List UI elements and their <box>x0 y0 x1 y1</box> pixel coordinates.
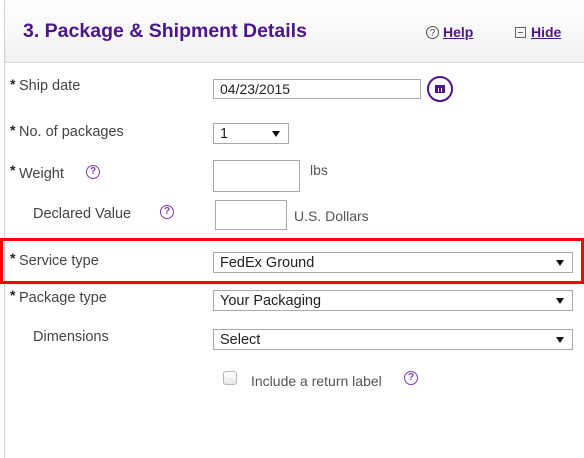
chevron-down-icon <box>556 298 564 304</box>
service-type-value: FedEx Ground <box>220 255 315 271</box>
dimensions-label: Dimensions <box>33 329 109 345</box>
package-type-select[interactable]: Your Packaging <box>213 290 573 311</box>
required-mark: * <box>10 162 16 178</box>
num-packages-select[interactable]: 1 <box>213 123 289 144</box>
required-mark: * <box>10 250 16 266</box>
collapse-icon[interactable] <box>515 27 526 38</box>
required-mark: * <box>10 76 16 92</box>
chevron-down-icon <box>556 337 564 343</box>
dimensions-value: Select <box>220 332 261 348</box>
hide-link[interactable]: Hide <box>531 24 561 40</box>
weight-help-icon[interactable]: ? <box>86 165 100 179</box>
num-packages-label: No. of packages <box>19 124 124 140</box>
required-mark: * <box>10 122 16 138</box>
return-label-help-icon[interactable]: ? <box>404 371 418 385</box>
package-type-label: Package type <box>19 290 107 306</box>
calendar-icon <box>435 85 445 93</box>
num-packages-value: 1 <box>220 126 229 142</box>
declared-value-input[interactable] <box>215 200 287 230</box>
weight-unit: lbs <box>310 162 328 178</box>
calendar-button[interactable] <box>427 76 453 102</box>
ship-date-input[interactable] <box>213 79 421 99</box>
return-label-checkbox[interactable] <box>223 371 237 385</box>
declared-value-unit: U.S. Dollars <box>294 208 369 224</box>
ship-date-label: Ship date <box>19 78 81 94</box>
section-title: 3. Package & Shipment Details <box>23 20 307 42</box>
weight-label: Weight <box>19 166 64 182</box>
package-type-value: Your Packaging <box>220 293 322 309</box>
return-label-text: Include a return label <box>251 373 382 389</box>
service-type-label: Service type <box>19 253 99 269</box>
declared-value-help-icon[interactable]: ? <box>160 205 174 219</box>
weight-input[interactable] <box>213 160 300 192</box>
required-mark: * <box>10 287 16 303</box>
service-type-select[interactable]: FedEx Ground <box>213 252 573 273</box>
chevron-down-icon <box>272 131 280 137</box>
dimensions-select[interactable]: Select <box>213 329 573 350</box>
section-header: 3. Package & Shipment Details ? Help Hid… <box>5 0 584 63</box>
declared-value-label: Declared Value <box>33 206 132 222</box>
help-icon[interactable]: ? <box>426 26 439 39</box>
chevron-down-icon <box>556 260 564 266</box>
help-link[interactable]: Help <box>443 24 473 40</box>
package-shipment-panel: 3. Package & Shipment Details ? Help Hid… <box>4 0 584 458</box>
